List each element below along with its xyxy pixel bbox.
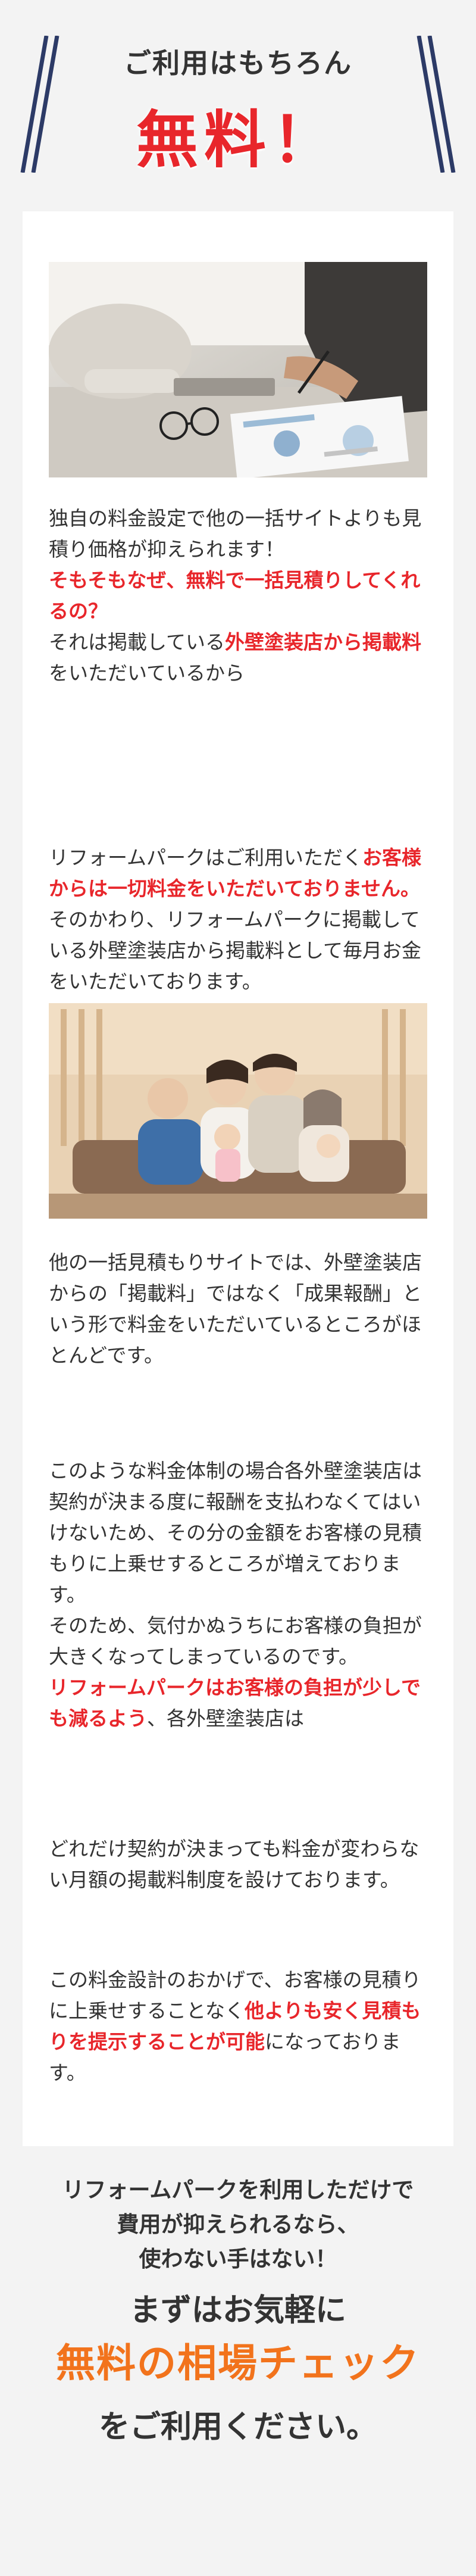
page: ご利用はもちろん 無料！ 独自の料金設定で他の一括サイトよりも見積り価格が抑えら…: [0, 0, 476, 2576]
reason-highlight: 外壁塗装店から掲載料: [225, 630, 422, 654]
burden-reduction-text: 、各外壁塗装店は: [147, 1707, 304, 1730]
monthly-fee-paragraph: どれだけ契約が決まっても料金が変わらない月額の掲載料制度を設けております。: [49, 1837, 419, 1891]
header-subtitle: ご利用はもちろん: [124, 47, 352, 79]
other-sites-paragraph: 他の一括見積もりサイトでは、外壁塗装店からの「掲載料」ではなく「成果報酬」という…: [49, 1251, 422, 1367]
header-title-free: 無料！: [136, 104, 340, 176]
cta-line-6: をご利用ください。: [98, 2409, 377, 2445]
intro-text-block: 独自の料金設定で他の一括サイトよりも見積り価格が抑えられます！ そもそもなぜ、無…: [49, 503, 430, 689]
monthly-fee-block: どれだけ契約が決まっても料金が変わらない月額の掲載料制度を設けております。: [49, 1834, 430, 1896]
cta-line-4: まずはお気軽に: [129, 2293, 346, 2328]
reason-text-b: をいただいているから: [49, 661, 245, 685]
reason-text-a: それは掲載している: [49, 630, 226, 654]
hero-header: ご利用はもちろん 無料！: [0, 0, 476, 196]
cta-section: リフォームパークを利用しただけで 費用が抑えられるなら、 使わない手はない！ ま…: [0, 2173, 476, 2450]
intro-paragraph: 独自の料金設定で他の一括サイトよりも見積り価格が抑えられます！: [49, 507, 422, 561]
content-card: 独自の料金設定で他の一括サイトよりも見積り価格が抑えられます！ そもそもなぜ、無…: [23, 211, 453, 2146]
other-sites-block: 他の一括見積もりサイトでは、外壁塗装店からの「掲載料」ではなく「成果報酬」という…: [49, 1247, 430, 1371]
free-explanation-block: リフォームパークはご利用いただくお客様からは一切料金をいただいておりません。 そ…: [49, 842, 430, 997]
cta-line-1: リフォームパークを利用しただけで: [62, 2177, 414, 2203]
business-meeting-photo: [49, 262, 427, 477]
pricing-system-block: このような料金体制の場合各外壁塗装店は契約が決まる度に報酬を支払わなくてはいけな…: [49, 1456, 430, 1734]
cheaper-estimate-block: この料金設計のおかげで、お客様の見積りに上乗せすることなく他よりも安く見積もりを…: [49, 1965, 430, 2088]
burden-paragraph: そのため、気付かぬうちにお客様の負担が大きくなってしまっているのです。: [49, 1614, 422, 1668]
free-text-a: リフォームパークはご利用いただく: [49, 846, 363, 869]
fee-explanation: そのかわり、リフォームパークに掲載している外壁塗装店から掲載料として毎月お金をい…: [49, 908, 422, 993]
cta-line-2: 費用が抑えられるなら、: [117, 2212, 359, 2237]
question-highlight: そもそもなぜ、無料で一括見積りしてくれるの？: [49, 569, 421, 623]
cta-free-price-check: 無料の相場チェック: [56, 2340, 420, 2386]
pricing-system-paragraph: このような料金体制の場合各外壁塗装店は契約が決まる度に報酬を支払わなくてはいけな…: [49, 1459, 422, 1606]
family-on-sofa-photo: [49, 1003, 427, 1219]
cta-line-3: 使わない手はない！: [139, 2246, 337, 2272]
